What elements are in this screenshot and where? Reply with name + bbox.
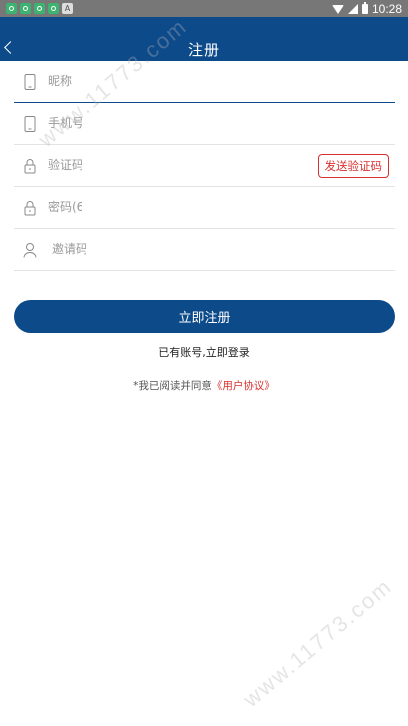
app-notification-icon bbox=[34, 3, 45, 14]
register-form: 发送验证码 bbox=[14, 61, 395, 271]
user-icon bbox=[23, 243, 37, 258]
watermark: www.11773.com bbox=[238, 573, 397, 712]
agreement-text: *我已阅读并同意《用户协议》 bbox=[0, 378, 408, 393]
system-indicators: 10:28 bbox=[331, 2, 402, 16]
page-title: 注册 bbox=[187, 41, 220, 59]
clock: 10:28 bbox=[371, 2, 402, 16]
send-code-button[interactable]: 发送验证码 bbox=[317, 154, 389, 178]
phone-icon bbox=[24, 74, 36, 90]
login-link[interactable]: 已有账号,立即登录 bbox=[0, 344, 408, 360]
password-row bbox=[14, 187, 395, 229]
code-input[interactable] bbox=[48, 155, 82, 175]
signal-icon bbox=[347, 4, 358, 14]
invite-row bbox=[14, 229, 395, 271]
app-notification-icon bbox=[48, 3, 59, 14]
nickname-row bbox=[14, 61, 395, 103]
nickname-input[interactable] bbox=[48, 71, 82, 91]
code-row: 发送验证码 bbox=[14, 145, 395, 187]
app-notification-icon bbox=[20, 3, 31, 14]
header-bar: 注册 bbox=[0, 17, 408, 61]
lock-icon bbox=[24, 201, 36, 216]
password-input[interactable] bbox=[48, 197, 82, 217]
phone-icon bbox=[24, 116, 36, 132]
app-notification-icon bbox=[6, 3, 17, 14]
lock-icon bbox=[24, 159, 36, 174]
agreement-prefix: *我已阅读并同意 bbox=[133, 380, 212, 392]
battery-icon bbox=[361, 2, 368, 14]
notification-icons: A bbox=[6, 3, 73, 14]
wifi-icon bbox=[331, 4, 344, 14]
user-agreement-link[interactable]: 《用户协议》 bbox=[212, 380, 275, 392]
invite-code-input[interactable] bbox=[52, 239, 86, 259]
register-button[interactable]: 立即注册 bbox=[14, 300, 395, 333]
a-notification-icon: A bbox=[62, 3, 73, 14]
status-bar: A 10:28 bbox=[0, 0, 408, 17]
